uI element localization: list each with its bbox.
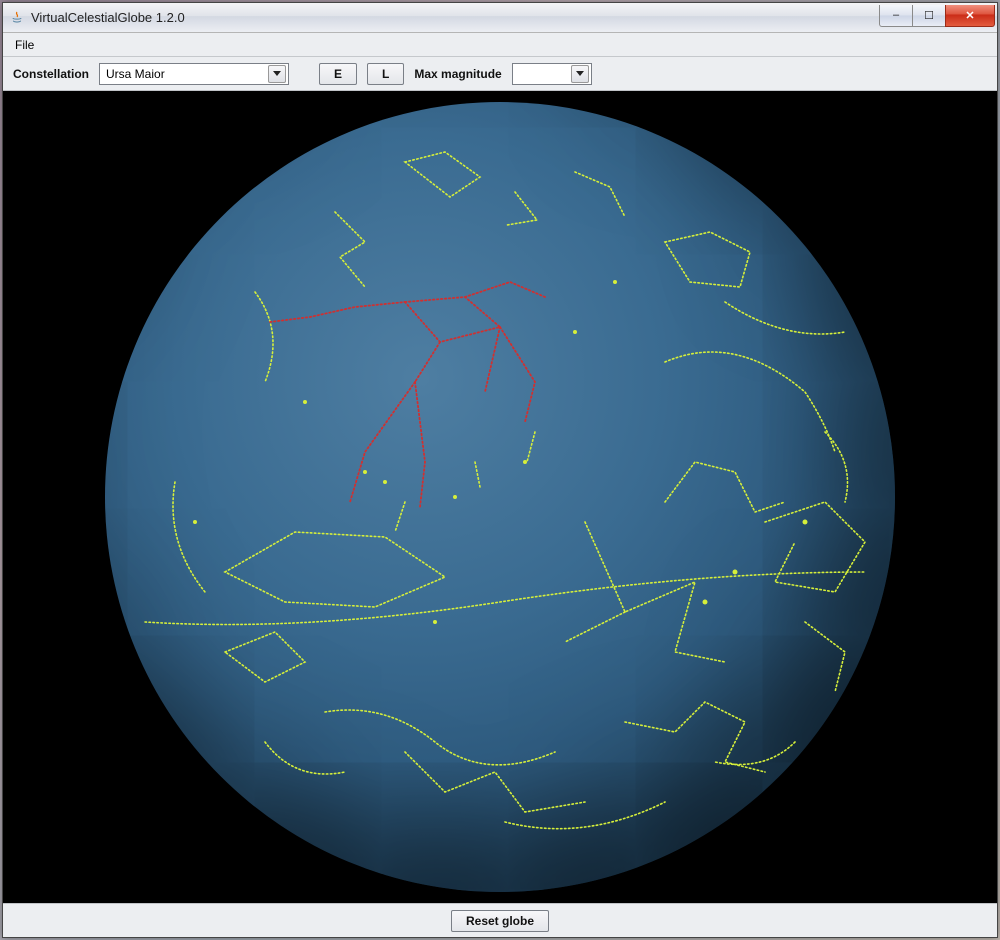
maximize-icon: ☐ <box>924 9 934 22</box>
chevron-down-icon <box>571 65 589 83</box>
title-bar[interactable]: VirtualCelestialGlobe 1.2.0 – ☐ ✕ <box>3 3 997 33</box>
window-controls: – ☐ ✕ <box>880 5 995 27</box>
l-button[interactable]: L <box>367 63 404 85</box>
title-bar-left: VirtualCelestialGlobe 1.2.0 <box>9 10 185 26</box>
globe-canvas[interactable] <box>3 91 997 903</box>
minimize-icon: – <box>893 9 899 21</box>
bottom-bar: Reset globe <box>3 903 997 937</box>
e-button[interactable]: E <box>319 63 357 85</box>
maximize-button[interactable]: ☐ <box>912 5 946 27</box>
ursa-maior-constellation <box>270 282 545 507</box>
reset-globe-button[interactable]: Reset globe <box>451 910 549 932</box>
constellation-label: Constellation <box>13 67 89 81</box>
celestial-globe[interactable] <box>105 102 895 892</box>
window-title: VirtualCelestialGlobe 1.2.0 <box>31 10 185 25</box>
constellation-dropdown[interactable]: Ursa Maior <box>99 63 289 85</box>
maxmag-label: Max magnitude <box>414 67 501 81</box>
chevron-down-icon <box>268 65 286 83</box>
minimize-button[interactable]: – <box>879 5 913 27</box>
toolbar: Constellation Ursa Maior E L Max magnitu… <box>3 57 997 91</box>
close-icon: ✕ <box>965 9 974 22</box>
maxmag-dropdown[interactable] <box>512 63 592 85</box>
menu-bar: File <box>3 33 997 57</box>
close-button[interactable]: ✕ <box>945 5 995 27</box>
menu-file[interactable]: File <box>7 35 42 55</box>
constellation-lines <box>105 102 895 892</box>
app-window: VirtualCelestialGlobe 1.2.0 – ☐ ✕ File C… <box>2 2 998 938</box>
constellation-value: Ursa Maior <box>106 67 165 81</box>
java-icon <box>9 10 25 26</box>
